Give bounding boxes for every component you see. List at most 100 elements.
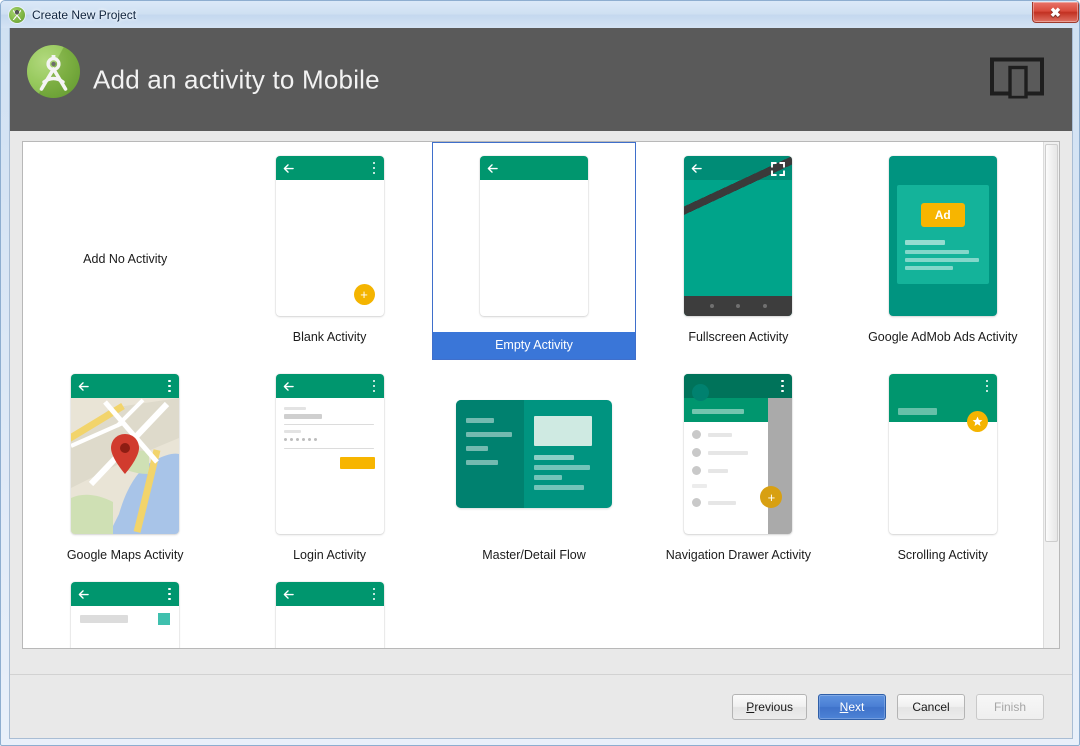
master-list-item (466, 418, 494, 423)
create-new-project-window: Create New Project ✖ Add an activity to … (0, 0, 1080, 746)
template-label: Login Activity (227, 544, 431, 562)
template-thumbnail-admob: Ad (841, 146, 1045, 326)
vertical-scrollbar[interactable] (1043, 142, 1059, 648)
template-thumbnail-blank: + (227, 146, 431, 326)
template-label: Empty Activity (433, 332, 635, 359)
template-partial-row-item[interactable] (23, 578, 227, 648)
expand-fullscreen-icon (771, 162, 785, 176)
detail-text-line (534, 465, 590, 470)
admob-text-line (905, 240, 945, 245)
close-button[interactable]: ✖ (1032, 2, 1079, 23)
previous-mnemonic: P (746, 700, 754, 714)
admob-text-line (905, 258, 979, 262)
android-studio-logo (27, 45, 80, 98)
star-icon (972, 416, 983, 427)
phone-mock (71, 374, 179, 534)
template-empty-activity[interactable]: Empty Activity (432, 142, 636, 360)
template-label: Blank Activity (227, 326, 431, 344)
detail-text-line (534, 485, 584, 490)
overflow-menu-icon (986, 380, 989, 393)
back-arrow-icon (487, 163, 498, 174)
overflow-menu-icon (373, 162, 376, 175)
detail-text-line (534, 455, 574, 460)
map-graphic (71, 398, 179, 534)
template-thumbnail-login (227, 364, 431, 544)
finish-label: Finish (994, 700, 1026, 714)
content-thumb (158, 613, 170, 625)
cancel-button[interactable]: Cancel (897, 694, 965, 720)
admob-text-line (905, 250, 969, 254)
login-email-value (284, 414, 322, 419)
close-icon: ✖ (1050, 6, 1061, 19)
template-thumbnail-navdrawer: + (636, 364, 840, 544)
template-label: Google Maps Activity (23, 544, 227, 562)
master-list-item (466, 446, 488, 451)
phone-mock (276, 374, 384, 534)
overflow-menu-icon (373, 588, 376, 601)
back-arrow-icon (691, 163, 702, 174)
next-button[interactable]: Next (818, 694, 886, 720)
template-label: Fullscreen Activity (636, 326, 840, 344)
template-label: Add No Activity (23, 248, 227, 266)
overflow-menu-icon (781, 380, 784, 393)
window-titlebar[interactable]: Create New Project ✖ (1, 1, 1080, 28)
template-navigation-drawer-activity[interactable]: + Navigation Drawer Activity (636, 360, 840, 578)
template-thumbnail-fullscreen (636, 146, 840, 326)
tablet-mock (456, 400, 612, 508)
window-title: Create New Project (32, 8, 136, 22)
drawer-divider (692, 484, 707, 488)
template-partial-row-item[interactable] (227, 578, 431, 648)
phone-mock: Ad (889, 156, 997, 316)
activity-template-viewport: Add No Activity + (23, 142, 1045, 648)
next-label: ext (848, 700, 864, 714)
template-label: Navigation Drawer Activity (636, 544, 840, 562)
template-label: Scrolling Activity (841, 544, 1045, 562)
floating-action-button: + (760, 486, 782, 508)
fullscreen-diagonal (684, 156, 792, 316)
template-add-no-activity[interactable]: Add No Activity (23, 142, 227, 360)
login-field-underline (284, 448, 374, 449)
overflow-menu-icon (373, 380, 376, 393)
master-pane (456, 400, 524, 508)
template-thumbnail-maps (23, 364, 227, 544)
template-thumbnail-partial (227, 582, 431, 648)
master-list-item (466, 432, 512, 437)
detail-text-line (534, 475, 562, 480)
template-thumbnail-masterdetail (432, 364, 636, 544)
login-field-hint (284, 407, 306, 410)
template-scrolling-activity[interactable]: Scrolling Activity (841, 360, 1045, 578)
phone-mock: + (276, 156, 384, 316)
template-google-maps-activity[interactable]: Google Maps Activity (23, 360, 227, 578)
back-arrow-icon (78, 589, 89, 600)
template-thumbnail-partial (23, 582, 227, 648)
dialog-footer: Previous Next Cancel Finish (10, 674, 1072, 738)
template-label: Google AdMob Ads Activity (841, 326, 1045, 344)
content-line (80, 615, 128, 623)
back-arrow-icon (283, 163, 294, 174)
template-label: Master/Detail Flow (432, 544, 636, 562)
phone-mock: + (684, 374, 792, 534)
login-password-dots (284, 438, 317, 441)
page-title: Add an activity to Mobile (93, 64, 380, 95)
cancel-label: Cancel (912, 700, 949, 714)
master-list-item (466, 460, 498, 465)
finish-button: Finish (976, 694, 1044, 720)
previous-button[interactable]: Previous (732, 694, 807, 720)
admob-text-line (905, 266, 953, 270)
next-mnemonic: N (840, 700, 849, 714)
android-studio-icon (9, 7, 25, 23)
ad-badge-label: Ad (935, 208, 951, 222)
app-bar-title (898, 408, 937, 415)
phone-mock (71, 582, 179, 648)
back-arrow-icon (283, 381, 294, 392)
nav-bar-dots (684, 304, 792, 308)
template-fullscreen-activity[interactable]: Fullscreen Activity (636, 142, 840, 360)
template-master-detail-flow[interactable]: Master/Detail Flow (432, 360, 636, 578)
ad-badge: Ad (921, 203, 965, 227)
template-blank-activity[interactable]: + Blank Activity (227, 142, 431, 360)
drawer-username (692, 409, 744, 414)
scrollbar-thumb[interactable] (1045, 144, 1058, 542)
template-thumbnail-empty (433, 147, 635, 325)
template-google-admob-ads-activity[interactable]: Ad Google AdMob Ads Activity (841, 142, 1045, 360)
template-login-activity[interactable]: Login Activity (227, 360, 431, 578)
